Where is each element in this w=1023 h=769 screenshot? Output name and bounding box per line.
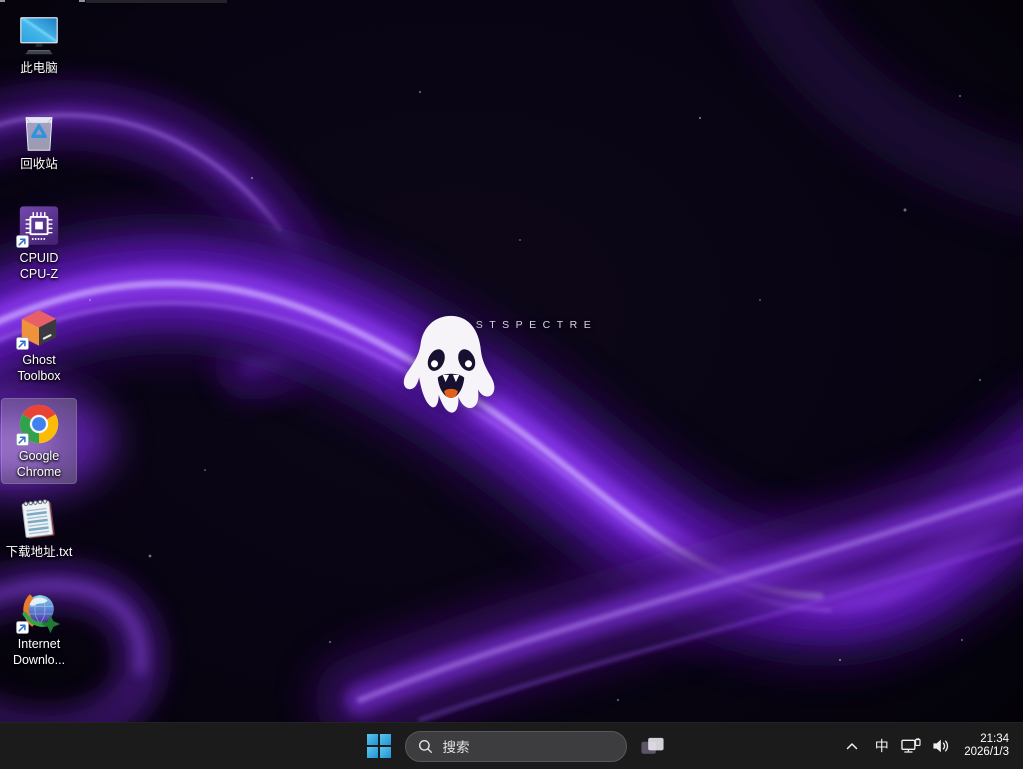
cube-icon (16, 305, 62, 351)
shortcut-arrow-badge (16, 621, 29, 634)
cpu-chip-icon (16, 203, 62, 249)
volume-button[interactable] (928, 726, 955, 766)
top-edge-window-sliver (86, 0, 227, 3)
taskbar-clock[interactable]: 21:34 2026/1/3 (964, 733, 1009, 760)
ethernet-network-icon (901, 737, 922, 755)
desktop-icon-google-chrome[interactable]: GoogleChrome (1, 398, 77, 484)
monitor-icon (16, 13, 62, 59)
desktop: GHOSTSPECTRE 此电脑 (0, 0, 1023, 769)
clock-date: 2026/1/3 (964, 746, 1009, 760)
desktop-icon-label: 回收站 (20, 157, 58, 173)
task-view-icon (640, 734, 665, 759)
top-edge-tick (0, 0, 5, 2)
desktop-icon-label: GoogleChrome (17, 449, 61, 480)
desktop-icon-label: GhostToolbox (17, 353, 60, 384)
desktop-icon-label: CPUIDCPU-Z (20, 251, 59, 282)
network-button[interactable] (898, 726, 925, 766)
desktop-icon-this-pc[interactable]: 此电脑 (1, 10, 77, 81)
taskbar-center-group: 搜索 (362, 723, 670, 769)
desktop-icon-idm[interactable]: InternetDownlo... (1, 586, 77, 672)
shortcut-arrow-badge (16, 337, 29, 350)
wallpaper: GHOSTSPECTRE (0, 0, 1023, 769)
taskbar-tray: 中 21:34 2026/1 (838, 723, 1023, 769)
clock-time: 21:34 (964, 733, 1009, 747)
wallpaper-ghost-logo: GHOSTSPECTRE (392, 312, 632, 331)
desktop-icon-cpu-z[interactable]: CPUIDCPU-Z (1, 200, 77, 286)
shortcut-arrow-badge (16, 235, 29, 248)
ime-indicator[interactable]: 中 (868, 726, 895, 766)
recycle-bin-icon (16, 109, 62, 155)
speaker-icon (932, 738, 951, 754)
wallpaper-waves (0, 0, 1023, 769)
desktop-icon-label: 下载地址.txt (6, 545, 73, 561)
search-icon (418, 739, 433, 754)
top-edge-tick (79, 0, 85, 2)
taskbar: 搜索 中 (0, 722, 1023, 769)
notepad-icon (16, 497, 62, 543)
task-view-button[interactable] (636, 726, 670, 766)
taskbar-search[interactable]: 搜索 (405, 731, 627, 762)
start-button[interactable] (362, 726, 396, 766)
globe-arrow-icon (16, 589, 62, 635)
shortcut-arrow-badge (16, 433, 29, 446)
ghost-icon (392, 312, 510, 418)
windows-logo-icon (367, 734, 391, 758)
desktop-icon-label: 此电脑 (20, 61, 58, 77)
desktop-icon-recycle-bin[interactable]: 回收站 (1, 106, 77, 177)
desktop-icon-ghost-toolbox[interactable]: GhostToolbox (1, 302, 77, 388)
desktop-icon-label: InternetDownlo... (13, 637, 65, 668)
chevron-up-icon (846, 742, 858, 750)
chrome-icon (16, 401, 62, 447)
desktop-icon-download-txt[interactable]: 下载地址.txt (1, 494, 77, 565)
search-placeholder: 搜索 (443, 736, 470, 756)
tray-chevron-button[interactable] (838, 726, 865, 766)
